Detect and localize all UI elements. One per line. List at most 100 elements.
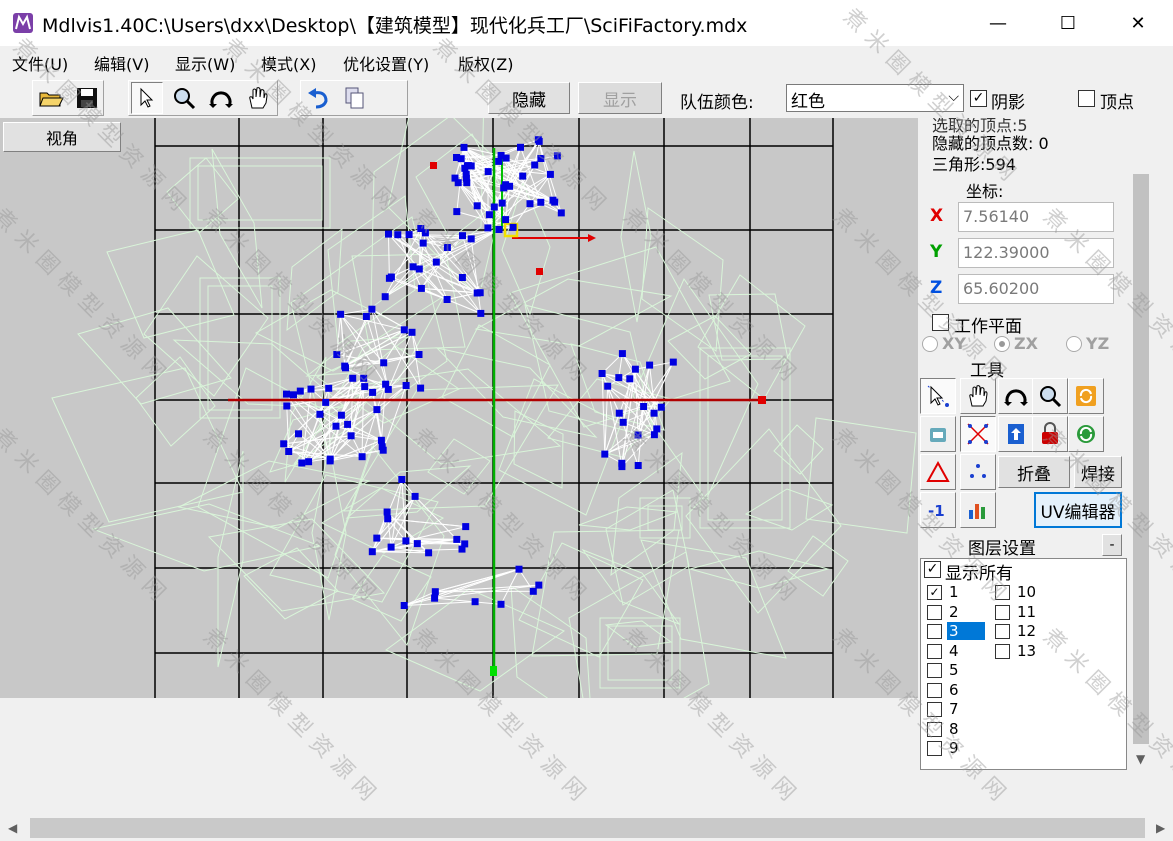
layer-checkbox[interactable] bbox=[927, 702, 942, 717]
layer-label: 9 bbox=[949, 739, 959, 757]
plane-xy-radio[interactable] bbox=[922, 336, 938, 352]
scroll-down-icon[interactable]: ▼ bbox=[1136, 752, 1145, 766]
vertex-point bbox=[476, 289, 484, 297]
undo-icon[interactable] bbox=[303, 82, 335, 114]
split-vertex-tool-icon[interactable] bbox=[960, 416, 996, 452]
layer-checkbox[interactable] bbox=[927, 624, 942, 639]
paint-tool-icon[interactable] bbox=[920, 416, 956, 452]
plane-yz-radio[interactable] bbox=[1066, 336, 1082, 352]
panel-scrollbar-thumb[interactable] bbox=[1133, 174, 1149, 744]
wireframe-face bbox=[578, 506, 678, 531]
uv-editor-button[interactable]: UV编辑器 bbox=[1034, 492, 1122, 528]
vertex-point bbox=[650, 431, 658, 439]
layer-checkbox[interactable] bbox=[927, 663, 942, 678]
vertex-points-tool-icon[interactable] bbox=[960, 454, 996, 490]
viewport-canvas[interactable] bbox=[0, 118, 918, 698]
x-coordinate-field[interactable]: 7.56140 bbox=[958, 202, 1114, 232]
properties-panel: 选取的顶点:5 隐藏的顶点数: 0 三角形:594 坐标: X 7.56140 … bbox=[918, 118, 1173, 772]
show-all-checkbox[interactable]: ✓ bbox=[924, 561, 941, 578]
shadow-checkbox[interactable]: ✓ bbox=[970, 90, 987, 107]
layer-checkbox[interactable] bbox=[995, 624, 1010, 639]
layer-label: 10 bbox=[1017, 583, 1037, 601]
vertex-point bbox=[405, 231, 413, 239]
view-angle-tab[interactable]: 视角 bbox=[3, 122, 121, 152]
layer-collapse-button[interactable]: - bbox=[1102, 534, 1122, 556]
vertex-point bbox=[462, 523, 470, 531]
lock-tool-icon[interactable] bbox=[1032, 416, 1068, 452]
layer-checkbox[interactable] bbox=[995, 643, 1010, 659]
vertex-point bbox=[337, 310, 345, 318]
menu-optimize[interactable]: 优化设置(Y) bbox=[343, 51, 429, 75]
weld-button[interactable]: 焊接 bbox=[1074, 456, 1122, 488]
layer-checkbox[interactable] bbox=[927, 682, 942, 698]
vertex-point bbox=[615, 374, 623, 382]
show-button[interactable]: 显示 bbox=[578, 82, 662, 114]
layer-label: 4 bbox=[949, 641, 959, 660]
horizontal-scrollbar[interactable]: ◀ ▶ bbox=[0, 815, 1173, 841]
vertex-point bbox=[601, 450, 609, 458]
vertex-point bbox=[519, 172, 527, 180]
layer-checkbox[interactable] bbox=[927, 721, 942, 737]
wireframe-face bbox=[106, 229, 235, 339]
vertex-select-tool-icon[interactable] bbox=[920, 378, 956, 414]
scroll-right-icon[interactable]: ▶ bbox=[1156, 821, 1165, 835]
hide-button[interactable]: 隐藏 bbox=[488, 82, 570, 114]
vertex-point bbox=[618, 463, 626, 471]
team-color-select[interactable]: 红色 ⌵ bbox=[786, 84, 964, 112]
menu-edit[interactable]: 编辑(V) bbox=[94, 51, 149, 75]
save-icon[interactable] bbox=[71, 82, 103, 114]
vertex-checkbox[interactable] bbox=[1078, 90, 1095, 107]
vertex-point bbox=[419, 239, 427, 247]
close-button[interactable]: ✕ bbox=[1103, 0, 1173, 46]
fold-button[interactable]: 折叠 bbox=[998, 456, 1070, 488]
plane-zx-radio[interactable] bbox=[994, 336, 1010, 352]
zoom-tool-icon[interactable] bbox=[1032, 378, 1068, 414]
vertex-point bbox=[296, 387, 304, 395]
vertex-point bbox=[490, 203, 498, 211]
layer-checkbox[interactable] bbox=[995, 604, 1010, 620]
zoom-icon[interactable] bbox=[168, 82, 200, 114]
chart-tool-icon[interactable] bbox=[960, 492, 996, 528]
select-arrow-icon[interactable] bbox=[131, 82, 163, 114]
layer-checkbox[interactable] bbox=[927, 643, 942, 659]
minimize-button[interactable]: — bbox=[963, 0, 1033, 46]
vertex-point bbox=[457, 155, 465, 163]
open-folder-icon[interactable] bbox=[35, 82, 67, 114]
panel-scrollbar[interactable]: ▼ bbox=[1130, 118, 1152, 772]
menu-display[interactable]: 显示(W) bbox=[175, 51, 235, 75]
layer-checkbox[interactable] bbox=[927, 604, 942, 620]
wireframe-face bbox=[207, 518, 386, 612]
move-up-tool-icon[interactable] bbox=[998, 416, 1034, 452]
vertex-point bbox=[619, 418, 627, 426]
copy-icon[interactable] bbox=[339, 82, 371, 114]
negate-tool-icon[interactable]: -1 bbox=[920, 492, 956, 528]
layer-checkbox[interactable] bbox=[995, 585, 1010, 600]
menu-copyright[interactable]: 版权(Z) bbox=[458, 51, 513, 75]
rotate-icon[interactable] bbox=[205, 82, 237, 114]
layer-checkbox[interactable] bbox=[927, 741, 942, 756]
vertex-point bbox=[322, 398, 330, 406]
layer-checkbox[interactable]: ✓ bbox=[927, 585, 942, 600]
wireframe-face bbox=[697, 274, 806, 400]
model-viewport[interactable] bbox=[0, 118, 918, 698]
vertex-point bbox=[295, 430, 302, 438]
rotate-tool-icon[interactable] bbox=[998, 378, 1034, 414]
vertex-point bbox=[285, 448, 293, 455]
refresh-tool-icon[interactable] bbox=[1068, 378, 1104, 414]
team-color-value: 红色 bbox=[791, 92, 825, 112]
cycle-tool-icon[interactable] bbox=[1068, 416, 1104, 452]
menu-file[interactable]: 文件(U) bbox=[12, 51, 68, 75]
z-coordinate-field[interactable]: 65.60200 bbox=[958, 274, 1114, 304]
menu-mode[interactable]: 模式(X) bbox=[261, 51, 316, 75]
vertex-point bbox=[431, 588, 439, 596]
hand-tool-icon[interactable] bbox=[960, 378, 996, 414]
maximize-button[interactable]: ☐ bbox=[1033, 0, 1103, 46]
pan-hand-icon[interactable] bbox=[242, 82, 274, 114]
horizontal-scrollbar-thumb[interactable] bbox=[30, 818, 1145, 838]
vertex-point bbox=[415, 265, 423, 273]
work-plane-checkbox[interactable] bbox=[932, 314, 949, 331]
vertex-point bbox=[385, 230, 392, 238]
y-coordinate-field[interactable]: 122.39000 bbox=[958, 238, 1114, 268]
triangle-tool-icon[interactable] bbox=[920, 454, 956, 490]
scroll-left-icon[interactable]: ◀ bbox=[8, 821, 17, 835]
